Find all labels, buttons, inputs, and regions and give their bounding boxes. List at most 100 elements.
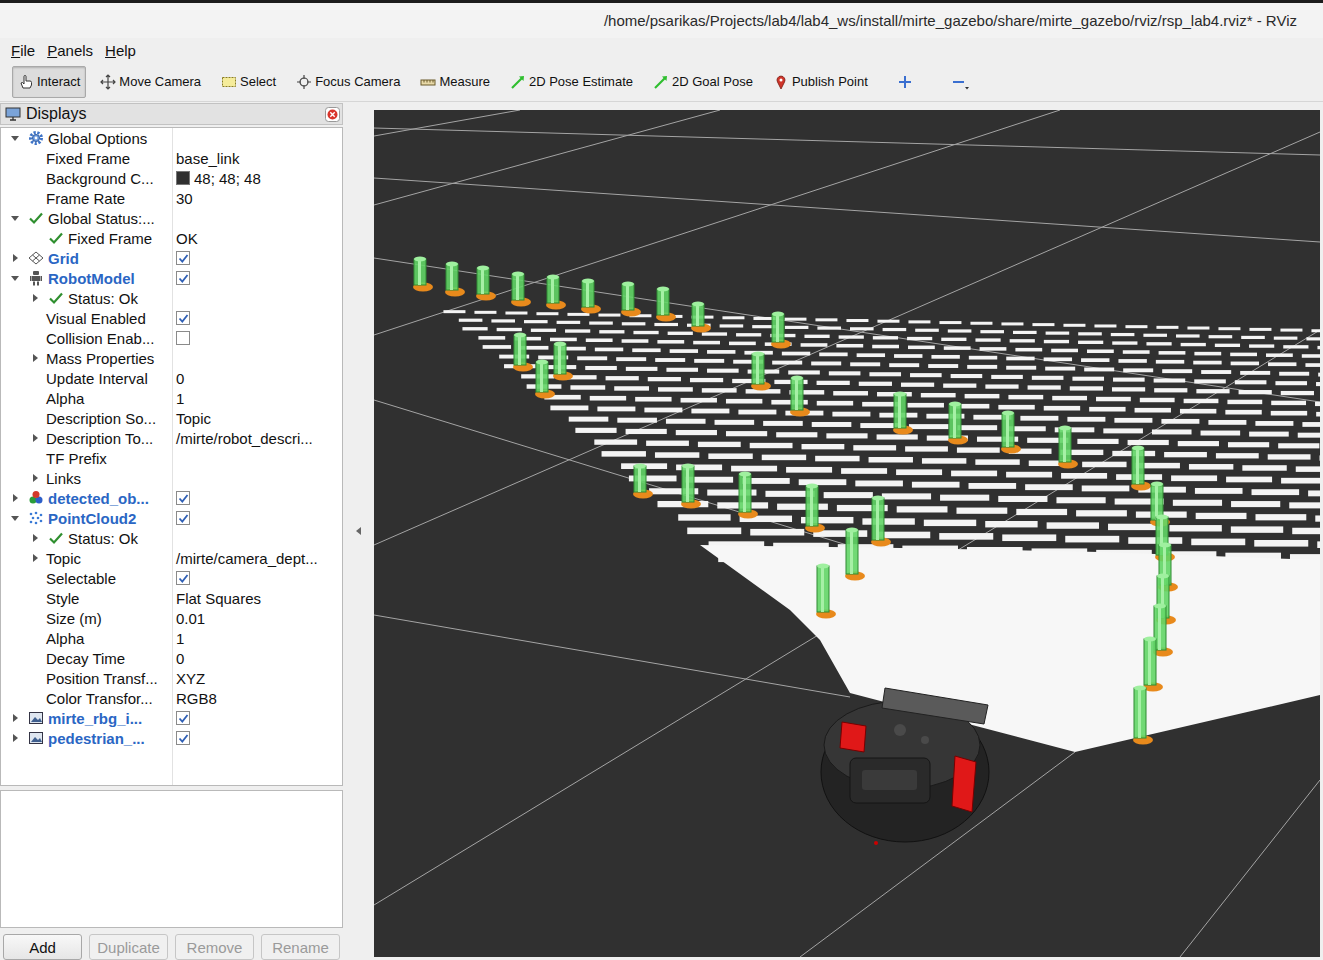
collapsed-arrow-icon[interactable] [10, 713, 20, 723]
detected-object-marker[interactable] [1058, 426, 1078, 469]
tool-button[interactable]: Publish Point [767, 66, 874, 98]
tool-button[interactable]: Move Camera [94, 66, 207, 98]
tree-row[interactable]: Decay Time0 [1, 648, 342, 668]
detected-object-marker[interactable] [790, 376, 810, 417]
detected-object-marker[interactable] [511, 272, 531, 307]
tree-row[interactable]: Global Status:... [1, 208, 342, 228]
detected-object-marker[interactable] [445, 262, 465, 297]
tree-row[interactable]: Visual Enabled [1, 308, 342, 328]
detected-object-marker[interactable] [535, 360, 555, 399]
expanded-arrow-icon[interactable] [10, 213, 20, 223]
tool-button[interactable]: 2D Pose Estimate [504, 66, 639, 98]
tree-row[interactable]: RobotModel [1, 268, 342, 288]
robot-model[interactable] [821, 688, 989, 845]
tree-row[interactable]: PointCloud2 [1, 508, 342, 528]
checkbox[interactable] [176, 491, 190, 505]
detected-object-marker[interactable] [1143, 637, 1163, 692]
detected-object-marker[interactable] [633, 464, 653, 499]
close-icon[interactable] [325, 107, 340, 122]
remove-tool-button[interactable] [936, 66, 988, 98]
detected-object-marker[interactable] [513, 333, 533, 372]
detected-object-marker[interactable] [948, 402, 968, 445]
expanded-arrow-icon[interactable] [10, 273, 20, 283]
collapsed-arrow-icon[interactable] [10, 733, 20, 743]
expanded-arrow-icon[interactable] [10, 133, 20, 143]
tool-button[interactable]: 2D Goal Pose [647, 66, 759, 98]
detected-object-marker[interactable] [816, 564, 836, 619]
tree-row[interactable]: StyleFlat Squares [1, 588, 342, 608]
tree-row[interactable]: pedestrian_... [1, 728, 342, 748]
tree-row[interactable]: Mass Properties [1, 348, 342, 368]
menu-item[interactable]: Help [99, 40, 142, 61]
tree-row[interactable]: Links [1, 468, 342, 488]
checkbox[interactable] [176, 511, 190, 525]
tree-row[interactable]: Status: Ok [1, 288, 342, 308]
detected-object-marker[interactable] [681, 464, 701, 509]
detected-object-marker[interactable] [1133, 686, 1153, 745]
checkbox[interactable] [176, 331, 190, 345]
tool-button[interactable]: Interact [12, 66, 86, 98]
tree-row[interactable]: Position Transf...XYZ [1, 668, 342, 688]
expanded-arrow-icon[interactable] [10, 513, 20, 523]
tree-row[interactable]: Frame Rate30 [1, 188, 342, 208]
checkbox[interactable] [176, 251, 190, 265]
tree-row[interactable]: Fixed FrameOK [1, 228, 342, 248]
detected-object-marker[interactable] [621, 282, 641, 317]
detected-object-marker[interactable] [476, 266, 496, 301]
detected-object-marker[interactable] [413, 257, 433, 292]
tree-row[interactable]: TF Prefix [1, 448, 342, 468]
detected-object-marker[interactable] [691, 302, 711, 333]
detected-object-marker[interactable] [751, 352, 771, 391]
checkbox[interactable] [176, 311, 190, 325]
menu-item[interactable]: Panels [41, 40, 99, 61]
checkbox[interactable] [176, 271, 190, 285]
collapsed-arrow-icon[interactable] [30, 353, 40, 363]
tool-button[interactable]: Measure [414, 66, 496, 98]
detected-object-marker[interactable] [1131, 446, 1151, 491]
collapsed-arrow-icon[interactable] [30, 293, 40, 303]
collapsed-arrow-icon[interactable] [30, 433, 40, 443]
detected-object-marker[interactable] [893, 392, 913, 435]
detected-object-marker[interactable] [546, 275, 566, 310]
tree-row[interactable]: Description So...Topic [1, 408, 342, 428]
checkbox[interactable] [176, 711, 190, 725]
tree-row[interactable]: Alpha1 [1, 388, 342, 408]
tree-row[interactable]: Grid [1, 248, 342, 268]
3d-view[interactable] [374, 110, 1320, 957]
color-swatch[interactable] [176, 171, 190, 185]
checkbox[interactable] [176, 731, 190, 745]
detected-object-marker[interactable] [656, 287, 676, 322]
tree-row[interactable]: mirte_rbg_i... [1, 708, 342, 728]
tree-row[interactable]: Global Options [1, 128, 342, 148]
tree-row[interactable]: Selectable [1, 568, 342, 588]
collapse-arrow-icon[interactable] [356, 527, 362, 535]
add-tool-button[interactable] [882, 66, 928, 98]
tree-row[interactable]: detected_ob... [1, 488, 342, 508]
tree-row[interactable]: Collision Enab... [1, 328, 342, 348]
detected-object-marker[interactable] [738, 472, 758, 519]
tree-row[interactable]: Size (m)0.01 [1, 608, 342, 628]
collapsed-arrow-icon[interactable] [10, 493, 20, 503]
panel-splitter[interactable] [343, 102, 374, 960]
collapsed-arrow-icon[interactable] [30, 473, 40, 483]
3d-scene[interactable] [374, 110, 1320, 957]
tool-button[interactable]: Focus Camera [290, 66, 406, 98]
tool-button[interactable]: Select [215, 66, 282, 98]
tree-row[interactable]: Update Interval0 [1, 368, 342, 388]
tree-row[interactable]: Background C...48; 48; 48 [1, 168, 342, 188]
tree-row[interactable]: Alpha1 [1, 628, 342, 648]
checkbox[interactable] [176, 571, 190, 585]
detected-object-marker[interactable] [581, 279, 601, 314]
tree-row[interactable]: Description To.../mirte/robot_descri... [1, 428, 342, 448]
detected-object-marker[interactable] [805, 484, 825, 533]
tree-row[interactable]: Fixed Framebase_link [1, 148, 342, 168]
detected-object-marker[interactable] [771, 312, 791, 349]
tree-row[interactable]: Topic/mirte/camera_dept... [1, 548, 342, 568]
collapsed-arrow-icon[interactable] [30, 553, 40, 563]
detected-object-marker[interactable] [1001, 411, 1021, 454]
menu-item[interactable]: File [5, 40, 41, 61]
detected-object-marker[interactable] [553, 342, 573, 381]
collapsed-arrow-icon[interactable] [10, 253, 20, 263]
panel-button[interactable]: Add [3, 934, 82, 960]
tree-row[interactable]: Status: Ok [1, 528, 342, 548]
